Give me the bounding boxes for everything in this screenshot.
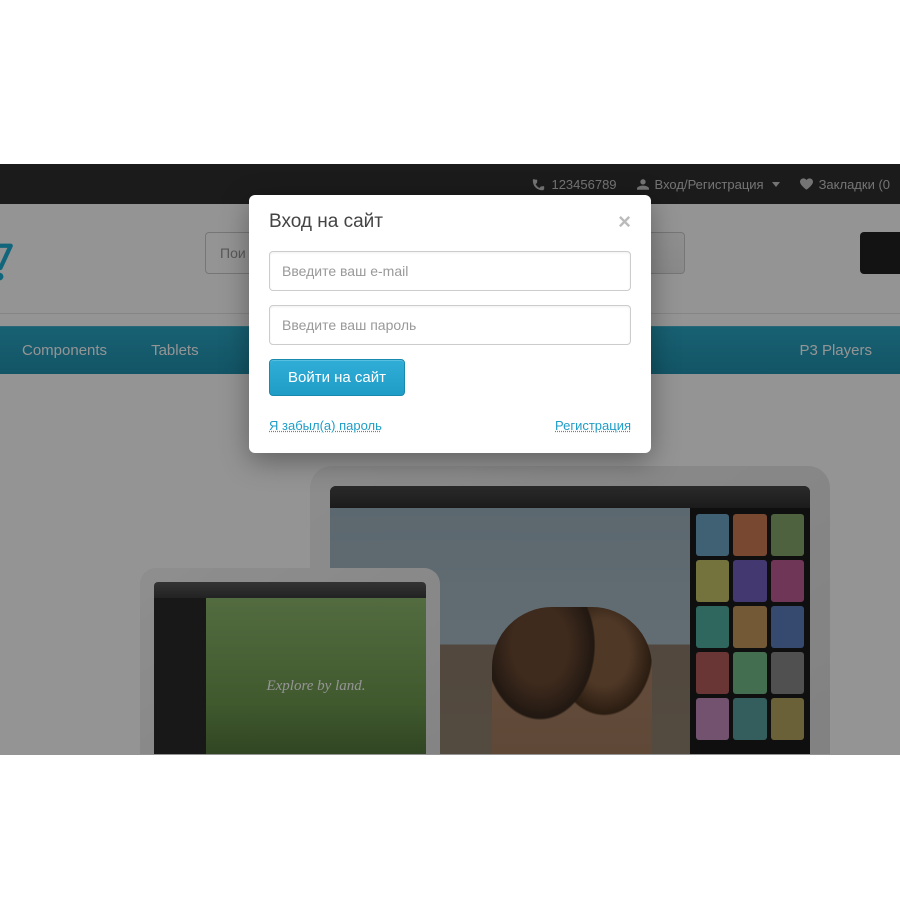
modal-title: Вход на сайт (269, 211, 383, 233)
email-field[interactable] (269, 251, 631, 291)
password-field[interactable] (269, 305, 631, 345)
forgot-password-link[interactable]: Я забыл(а) пароль (269, 418, 382, 433)
close-icon[interactable]: × (618, 211, 631, 233)
login-button[interactable]: Войти на сайт (269, 359, 405, 396)
login-modal: Вход на сайт × Войти на сайт Я забыл(а) … (249, 195, 651, 453)
register-link[interactable]: Регистрация (555, 418, 631, 433)
